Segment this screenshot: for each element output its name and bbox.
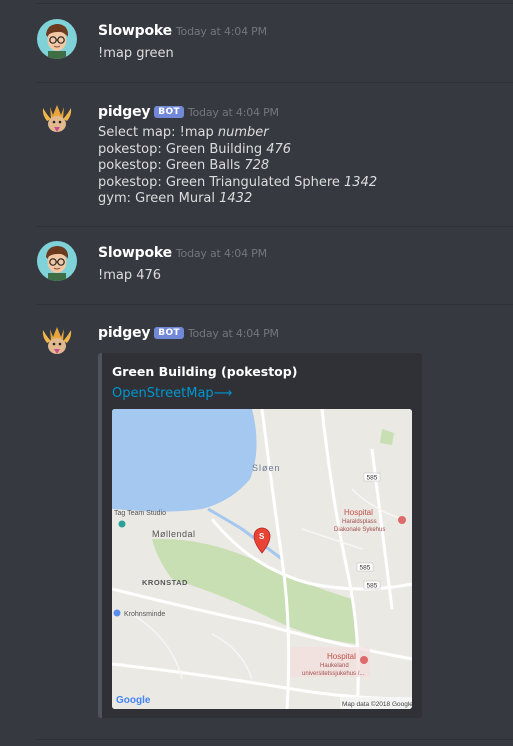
message-line: pokestop: Green Building 476 [98,142,377,159]
timestamp: Today at 4:04 PM [187,327,279,340]
timestamp: Today at 4:04 PM [187,106,279,119]
embed-title: Green Building (pokestop) [112,364,298,379]
line-number: 1432 [219,191,253,206]
author-label[interactable]: Slowpoke [98,23,172,39]
line-text: Select map: !map [98,125,218,140]
author-name[interactable]: Slowpoke Today at 4:04 PM [98,23,267,39]
map-image[interactable]: 585 585 585 Sløen Tag Team Studio Møllen… [112,409,412,709]
message-divider [36,304,513,305]
hospital-icon [360,656,368,664]
line-text: gym: Green Mural [98,191,220,206]
author-name[interactable]: Slowpoke Today at 4:04 PM [98,245,267,261]
place-label: Krohnsminde [124,611,165,618]
author-label[interactable]: Slowpoke [98,245,172,261]
line-text: pokestop: Green Balls [98,158,245,173]
author-label[interactable]: pidgey [98,325,150,341]
route-label: 585 [367,583,378,590]
timestamp: Today at 4:04 PM [175,25,267,38]
line-text: pokestop: Green Triangulated Sphere [98,174,345,190]
message-line: gym: Green Mural 1432 [98,191,377,208]
place-label: Hospital [344,508,373,517]
map-attribution: Map data ©2018 Google [342,700,412,708]
message-divider [36,226,513,227]
bot-badge: BOT [154,106,184,118]
place-marker [113,609,121,617]
line-number: number [217,125,269,140]
timestamp: Today at 4:04 PM [175,247,267,260]
message-text: !map green [98,46,174,61]
place-label: Tag Team Studio [114,510,166,517]
route-label: 585 [360,565,371,572]
avatar[interactable] [37,241,77,281]
place-label: Haukeland [320,663,349,669]
message-text: Select map: !map number pokestop: Green … [98,125,377,208]
place-marker [118,520,126,528]
hospital-icon [398,516,406,524]
message-divider [36,3,513,4]
message-divider [36,82,513,83]
route-label: 585 [367,475,378,482]
pin-label: S [259,532,265,541]
place-label: Diakonale Sykehus [334,527,385,533]
message-text: !map 476 [98,268,162,283]
avatar[interactable] [37,99,77,139]
author-label[interactable]: pidgey [98,104,150,120]
place-label: Haraldsplass [342,519,377,525]
avatar[interactable] [37,19,77,59]
place-label: Hospital [327,652,356,661]
map-embed: Green Building (pokestop) OpenStreetMap⟶ [98,353,422,718]
author-name[interactable]: pidgey BOT Today at 4:04 PM [98,325,279,341]
place-label: universitetssjukehus /... [302,671,365,677]
avatar[interactable] [37,321,77,361]
line-number: 476 [266,141,292,157]
google-logo: Google [116,695,151,706]
message-line: pokestop: Green Balls 728 [98,158,377,175]
author-name[interactable]: pidgey BOT Today at 4:04 PM [98,104,279,120]
bot-badge: BOT [154,327,184,339]
place-label: Møllendal [152,529,196,539]
line-number: 728 [244,158,270,173]
openstreetmap-link[interactable]: OpenStreetMap⟶ [112,386,232,401]
message-line: Select map: !map number [98,125,377,142]
message-divider [36,739,513,740]
place-label: KRONSTAD [142,578,188,587]
message-line: pokestop: Green Triangulated Sphere 1342 [98,175,377,192]
line-number: 1342 [344,174,378,190]
place-label: Sløen [252,463,281,473]
line-text: pokestop: Green Building [98,141,267,157]
